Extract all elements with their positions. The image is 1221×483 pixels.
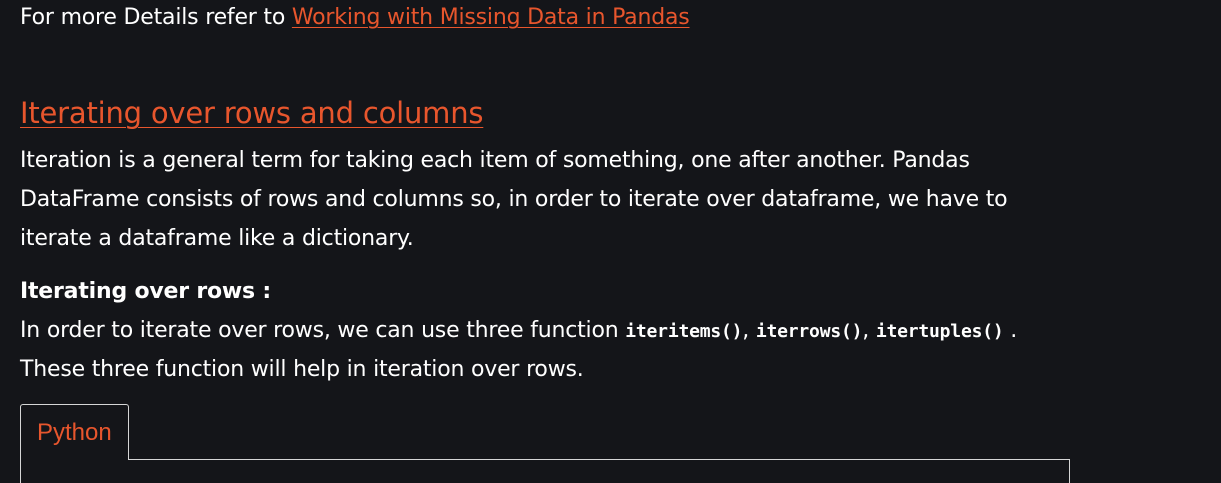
details-prefix: For more Details refer to	[20, 5, 292, 30]
rows-line-1-suffix: .	[1003, 318, 1018, 343]
paragraph-line-3: iterate a dataframe like a dictionary.	[20, 226, 414, 251]
tab-python-label: Python	[37, 419, 112, 446]
func-iterrows: iterrows()	[755, 321, 863, 342]
paragraph-line-1: Iteration is a general term for taking e…	[20, 148, 970, 173]
tab-python[interactable]: Python	[20, 404, 129, 460]
section-heading[interactable]: Iterating over rows and columns	[20, 96, 483, 130]
func-separator-2: ,	[862, 318, 876, 343]
rows-line-2: These three function will help in iterat…	[20, 357, 584, 382]
missing-data-link[interactable]: Working with Missing Data in Pandas	[292, 5, 690, 30]
rows-subheading: Iterating over rows :	[20, 279, 271, 304]
func-iteritems: iteritems()	[625, 321, 743, 342]
paragraph-line-2: DataFrame consists of rows and columns s…	[20, 187, 1008, 212]
func-separator-1: ,	[742, 318, 756, 343]
rows-line-1-prefix: In order to iterate over rows, we can us…	[20, 318, 626, 343]
code-panel	[20, 459, 1070, 483]
func-itertuples: itertuples()	[875, 321, 1004, 342]
rows-line-1: In order to iterate over rows, we can us…	[20, 318, 1017, 343]
details-line: For more Details refer to Working with M…	[20, 5, 690, 30]
